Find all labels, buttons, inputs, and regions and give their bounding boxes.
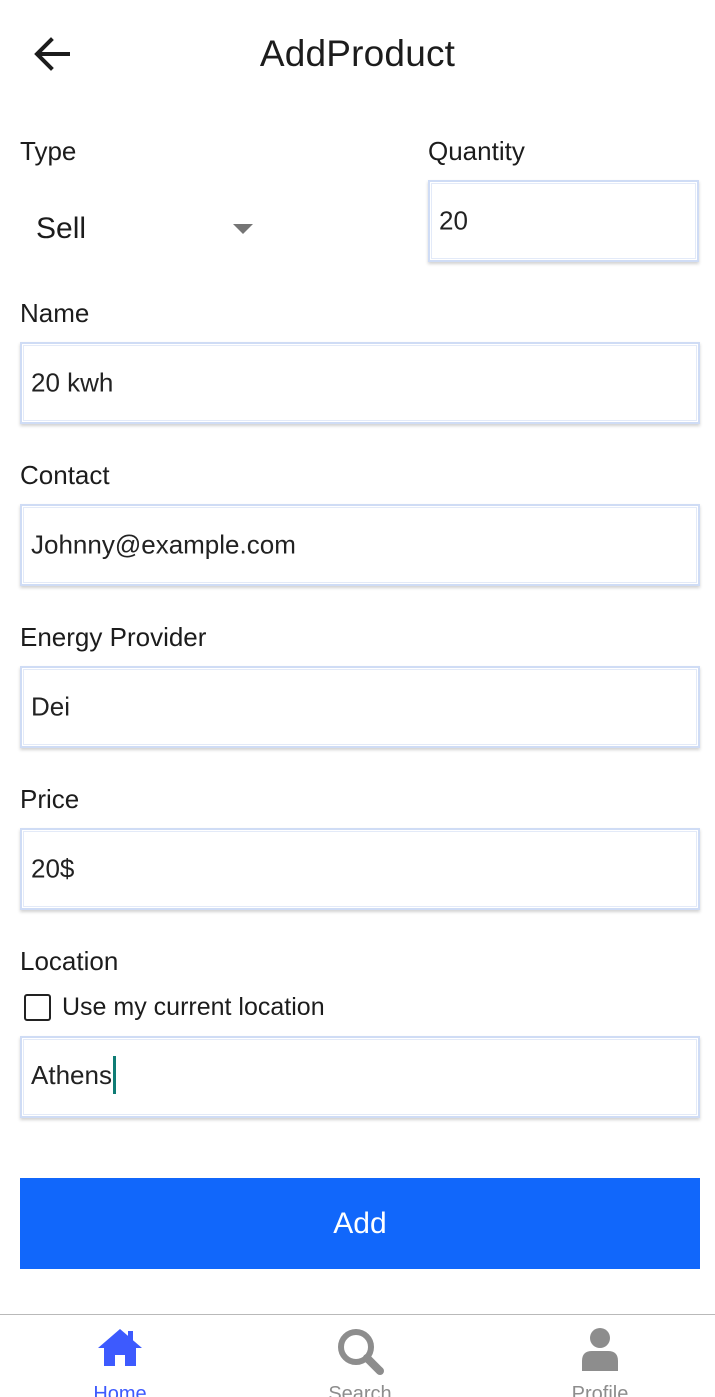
nav-label-search: Search	[328, 1383, 392, 1397]
nav-item-home[interactable]: Home	[50, 1315, 190, 1397]
page-title: AddProduct	[259, 33, 456, 74]
location-value-wrapper: Athens	[31, 1056, 116, 1096]
quantity-input[interactable]: 20	[428, 180, 699, 262]
location-label: Location	[20, 946, 119, 976]
nav-item-search[interactable]: Search	[290, 1315, 430, 1397]
bottom-navigation: Home Search Profile	[0, 1314, 715, 1397]
dropdown-arrow-icon	[233, 224, 253, 234]
price-input[interactable]: 20$	[20, 828, 700, 910]
name-value: 20 kwh	[31, 367, 114, 398]
contact-input[interactable]: Johnny@example.com	[20, 504, 700, 586]
quantity-label: Quantity	[428, 136, 525, 166]
name-input[interactable]: 20 kwh	[20, 342, 700, 424]
use-current-location-checkbox[interactable]	[24, 993, 51, 1021]
name-label: Name	[20, 298, 90, 328]
text-cursor	[112, 1056, 116, 1094]
energy-provider-label: Energy Provider	[20, 622, 207, 652]
contact-label: Contact	[20, 460, 110, 490]
price-value: 20$	[31, 853, 75, 884]
nav-label-home: Home	[93, 1383, 147, 1397]
add-button[interactable]: Add	[20, 1178, 700, 1269]
nav-label-profile: Profile	[571, 1383, 629, 1397]
search-icon	[338, 1329, 384, 1375]
energy-provider-input[interactable]: Dei	[20, 666, 700, 748]
energy-provider-value: Dei	[31, 691, 71, 722]
add-product-screen: AddProduct Type Sell Quantity 20 Name 20…	[0, 0, 715, 1397]
type-label: Type	[20, 136, 77, 166]
nav-item-profile[interactable]: Profile	[530, 1315, 670, 1397]
use-current-location-checkbox-row[interactable]: Use my current location	[24, 991, 325, 1023]
home-icon	[98, 1329, 142, 1366]
location-value: Athens	[31, 1059, 112, 1090]
price-label: Price	[20, 784, 80, 814]
person-icon	[582, 1328, 618, 1371]
use-current-location-label: Use my current location	[62, 992, 325, 1021]
quantity-value: 20	[439, 205, 468, 236]
type-select[interactable]: Sell	[20, 195, 270, 265]
type-select-value: Sell	[36, 212, 87, 245]
location-input[interactable]: Athens	[20, 1036, 700, 1118]
contact-value: Johnny@example.com	[31, 529, 296, 560]
